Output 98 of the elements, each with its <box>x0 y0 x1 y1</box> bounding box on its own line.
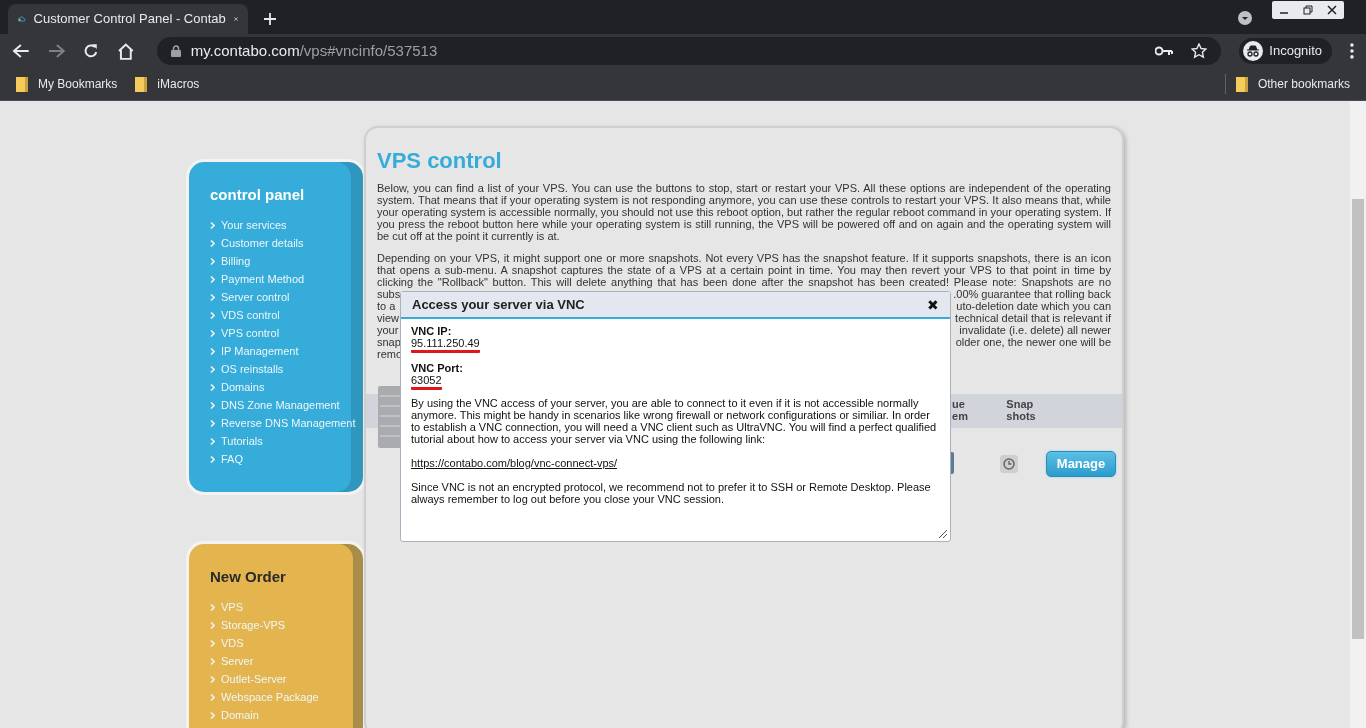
chevron-icon <box>210 329 215 337</box>
text-line: your <box>377 324 399 336</box>
page-title: VPS control <box>376 148 503 174</box>
back-icon[interactable] <box>12 43 30 59</box>
chevron-icon <box>210 437 215 445</box>
sidebar-link[interactable]: Billing <box>221 252 251 270</box>
chevron-icon <box>210 419 215 427</box>
sidebar-link[interactable]: Customer details <box>221 234 304 252</box>
chevron-icon <box>210 365 215 373</box>
chevron-icon <box>210 221 215 229</box>
bookmark-link[interactable]: iMacros <box>157 75 200 93</box>
text-line: to a <box>377 300 396 312</box>
new-tab-icon[interactable] <box>264 13 276 25</box>
key-icon[interactable] <box>1155 46 1174 56</box>
sidebar-link[interactable]: Your services <box>221 216 287 234</box>
sidebar-link[interactable]: VDS control <box>221 306 280 324</box>
sidebar-link[interactable]: FAQ <box>221 450 243 468</box>
sidebar-link[interactable]: Domains <box>221 378 265 396</box>
field-label: VNC IP: <box>411 325 453 337</box>
field-value: 95.111.250.49 <box>411 337 480 353</box>
folder-icon <box>1235 76 1248 92</box>
url-text: my.contabo.com/vps#vncinfo/537513 <box>190 40 438 61</box>
chevron-icon <box>210 401 215 409</box>
chevron-icon <box>210 257 215 265</box>
card-title: New Order <box>210 568 287 586</box>
security-note: Since VNC is not an encrypted protocol, we recommend not to prefer it to SSH or Remote Desktop. Please always remember to log out before you close your VNC session. <box>411 481 932 505</box>
column-header: ue em <box>951 398 969 422</box>
close-button[interactable]: ✖ <box>927 297 939 312</box>
chevron-icon <box>210 311 215 319</box>
sidebar-link[interactable]: DNS Zone Management <box>221 396 340 414</box>
text-line: subs <box>377 288 401 300</box>
sidebar-link[interactable]: Outlet-Server <box>221 670 287 688</box>
chevron-icon <box>210 383 215 391</box>
bookmark-link[interactable]: Other bookmarks <box>1257 75 1350 93</box>
sidebar-link[interactable]: VDS <box>221 634 244 652</box>
sidebar-link[interactable]: VPS <box>221 598 243 616</box>
sidebar-link[interactable]: Server <box>221 652 254 670</box>
field-value: 63052 <box>411 374 442 390</box>
text-line: Depending on your VPS, it might support one or more snapshots. Not every VPS has the snapshot feature. If it supports snapshots, there is an icon <box>377 252 1111 264</box>
text-line: snap <box>377 336 401 348</box>
text-line: view <box>377 312 399 324</box>
vnc-instructions: By using the VNC access of your server, you are able to connect to it even if it is not accessible normally anymore. This might be handy in scenarios like wrong firewall or network configurations or similiar. In order to establish a VNC connection, you will need a VNC client such as UltraVNC. You will find a perfect qualified tutorial about how to access your server via VNC using the following link: <box>411 397 938 445</box>
reload-icon[interactable] <box>83 43 100 59</box>
menu-icon[interactable] <box>1350 43 1354 59</box>
text-line: clicking the "Rollback" button. This will delete anything that has been done after the snapshot has been created! Please note: Snapshots are no <box>377 276 1111 288</box>
lock-icon <box>170 45 181 57</box>
sidebar-link[interactable]: IP Management <box>221 342 299 360</box>
chevron-icon <box>210 603 215 611</box>
close-icon[interactable] <box>1327 5 1337 15</box>
chevron-icon <box>210 639 215 647</box>
chevron-icon <box>210 693 215 701</box>
folder-icon <box>16 76 28 92</box>
forward-icon[interactable] <box>47 43 66 59</box>
incognito-badge[interactable]: Incognito <box>1239 38 1333 64</box>
incognito-icon <box>1243 41 1264 61</box>
text-line: uto-deletion date which you can <box>956 300 1111 312</box>
text-line: technical detail that is relevant if <box>955 312 1111 324</box>
bookmark-link[interactable]: My Bookmarks <box>38 75 118 93</box>
chevron-icon <box>210 239 215 247</box>
profile-dropdown-icon[interactable] <box>1238 11 1252 25</box>
dialog-title: Access your server via VNC <box>412 295 586 314</box>
text-line: older one, the newer one will be <box>955 336 1111 348</box>
chevron-icon <box>210 711 215 719</box>
sidebar-link[interactable]: Storage-VPS <box>221 616 286 634</box>
scrollbar-thumb[interactable] <box>1352 199 1364 639</box>
chevron-icon <box>210 675 215 683</box>
column-header: Snap shots <box>1005 398 1037 422</box>
chevron-icon <box>210 347 215 355</box>
sidebar-link[interactable]: Payment Method <box>221 270 305 288</box>
home-icon[interactable] <box>117 42 135 60</box>
star-icon[interactable] <box>1191 43 1208 59</box>
chevron-icon <box>210 275 215 283</box>
sidebar-link[interactable]: Domain <box>221 706 259 724</box>
resize-grip-icon[interactable] <box>938 529 948 539</box>
chevron-icon <box>210 657 215 665</box>
tab-title: Customer Control Panel - Contab <box>33 10 226 29</box>
manage-button[interactable]: Manage <box>1046 451 1116 477</box>
chevron-icon <box>210 621 215 629</box>
sidebar-link[interactable]: Webspace Package <box>221 688 319 706</box>
chevron-icon <box>210 455 215 463</box>
text-line: invalidate (i.e. delete) all newer <box>959 324 1111 336</box>
field-label: VNC Port: <box>411 362 464 374</box>
sidebar-link[interactable]: OS reinstalls <box>221 360 284 378</box>
snapshot-icon[interactable] <box>1000 455 1018 473</box>
sidebar-link[interactable]: Reverse DNS Management <box>221 414 356 432</box>
text-line: .00% guarantee that rolling back <box>953 288 1111 300</box>
restore-icon[interactable] <box>1303 5 1313 15</box>
address-bar[interactable]: my.contabo.com/vps#vncinfo/537513 <box>156 37 1222 65</box>
sidebar-link[interactable]: Server control <box>221 288 290 306</box>
description-paragraph: Below, you can find a list of your VPS. You can use the buttons to stop, start or restart your VPS. All these options are independent of the operating system. That means that if your operating system is not responding anymore, you can use these controls to restart your VPS. It also means that, while your operating system is accessible normally, you should not use this reboot option, but rather the regular reboot command in your operating system. If you press the reboot button here while your operating system is still running, the VPS will be powered off and on again and the operating system will be cut off at the point it currently is at. <box>377 182 1111 242</box>
sidebar-link[interactable]: Tutorials <box>221 432 263 450</box>
sidebar-link[interactable]: VPS control <box>221 324 280 342</box>
chevron-icon <box>210 293 215 301</box>
tutorial-link[interactable]: https://contabo.com/blog/vnc-connect-vps/ <box>411 457 618 469</box>
text-line: that opens a sub-menu. A snapshot captures the state of a VPS at a certain point in time. You may then revert your VPS to that point in time by <box>377 264 1111 276</box>
browser-tab[interactable]: Customer Control Panel - Contab <box>8 4 248 34</box>
folder-icon <box>135 76 148 92</box>
card-title: control panel <box>210 186 306 204</box>
